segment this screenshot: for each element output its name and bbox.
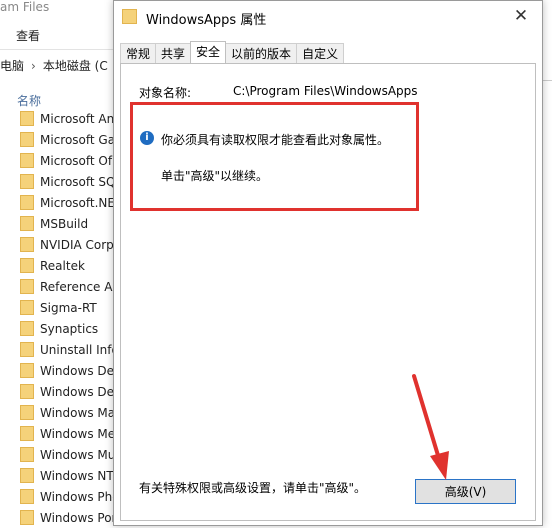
advanced-button[interactable]: 高级(V) <box>415 479 516 504</box>
file-name: Microsoft.NE <box>40 195 115 210</box>
file-name: Windows Pho <box>40 489 120 504</box>
folder-icon <box>122 9 137 24</box>
object-name-value: C:\Program Files\WindowsApps <box>233 84 418 98</box>
folder-icon <box>20 405 34 420</box>
breadcrumb-computer[interactable]: 电脑 <box>0 59 24 73</box>
file-name: Windows Def <box>40 384 119 399</box>
chevron-right-icon: › <box>31 59 36 73</box>
folder-icon <box>20 342 34 357</box>
folder-icon <box>20 132 34 147</box>
file-name: Microsoft Of <box>40 153 113 168</box>
folder-icon <box>20 321 34 336</box>
file-name: MSBuild <box>40 216 89 231</box>
security-panel: 对象名称: C:\Program Files\WindowsApps i 你必须… <box>120 63 536 521</box>
folder-icon <box>20 426 34 441</box>
folder-icon <box>20 468 34 483</box>
tab-customize[interactable]: 自定义 <box>296 43 345 63</box>
file-name: Microsoft An <box>40 111 115 126</box>
properties-dialog: WindowsApps 属性 ✕ 常规 共享 安全 以前的版本 自定义 对象名称… <box>113 0 543 526</box>
folder-icon <box>20 153 34 168</box>
dialog-title: WindowsApps 属性 <box>146 13 267 28</box>
folder-icon <box>20 447 34 462</box>
folder-icon <box>20 195 34 210</box>
file-name: Windows NT <box>40 468 114 483</box>
file-name: Sigma-RT <box>40 300 97 315</box>
view-menu[interactable]: 查看 <box>16 27 40 44</box>
folder-icon <box>20 111 34 126</box>
highlight-box <box>130 102 419 211</box>
folder-icon <box>20 300 34 315</box>
file-name: Windows Ma <box>40 405 116 420</box>
tab-strip: 常规 共享 安全 以前的版本 自定义 <box>120 41 345 63</box>
file-name: Uninstall Info <box>40 342 119 357</box>
tab-previous-versions[interactable]: 以前的版本 <box>225 43 298 63</box>
dialog-titlebar[interactable]: WindowsApps 属性 ✕ <box>114 1 542 31</box>
folder-icon <box>20 510 34 525</box>
file-name: Windows Me <box>40 426 116 441</box>
file-name: Windows Por <box>40 510 117 525</box>
tab-general[interactable]: 常规 <box>120 43 157 63</box>
file-name: Microsoft SQ <box>40 174 116 189</box>
file-name: Realtek <box>40 258 85 273</box>
file-name: Windows Def <box>40 363 119 378</box>
tab-sharing[interactable]: 共享 <box>155 43 192 63</box>
name-column-header[interactable]: 名称 <box>17 92 41 109</box>
advanced-note: 有关特殊权限或高级设置，请单击"高级"。 <box>139 481 367 495</box>
file-name: Reference As <box>40 279 119 294</box>
file-name: Synaptics <box>40 321 99 336</box>
object-name-label: 对象名称: <box>139 86 192 100</box>
folder-icon <box>20 216 34 231</box>
breadcrumb[interactable]: 电脑 › 本地磁盘 (C <box>0 57 108 74</box>
folder-icon <box>20 174 34 189</box>
folder-icon <box>20 384 34 399</box>
folder-icon <box>20 279 34 294</box>
folder-icon <box>20 363 34 378</box>
file-name: Microsoft Ga <box>40 132 116 147</box>
breadcrumb-drive[interactable]: 本地磁盘 (C <box>43 59 108 73</box>
folder-icon <box>20 237 34 252</box>
tab-security[interactable]: 安全 <box>190 41 227 63</box>
folder-icon <box>20 258 34 273</box>
close-icon[interactable]: ✕ <box>510 5 532 27</box>
file-name: NVIDIA Corp <box>40 237 114 252</box>
explorer-title: am Files <box>0 0 50 14</box>
file-name: Windows Mu <box>40 447 116 462</box>
folder-icon <box>20 489 34 504</box>
